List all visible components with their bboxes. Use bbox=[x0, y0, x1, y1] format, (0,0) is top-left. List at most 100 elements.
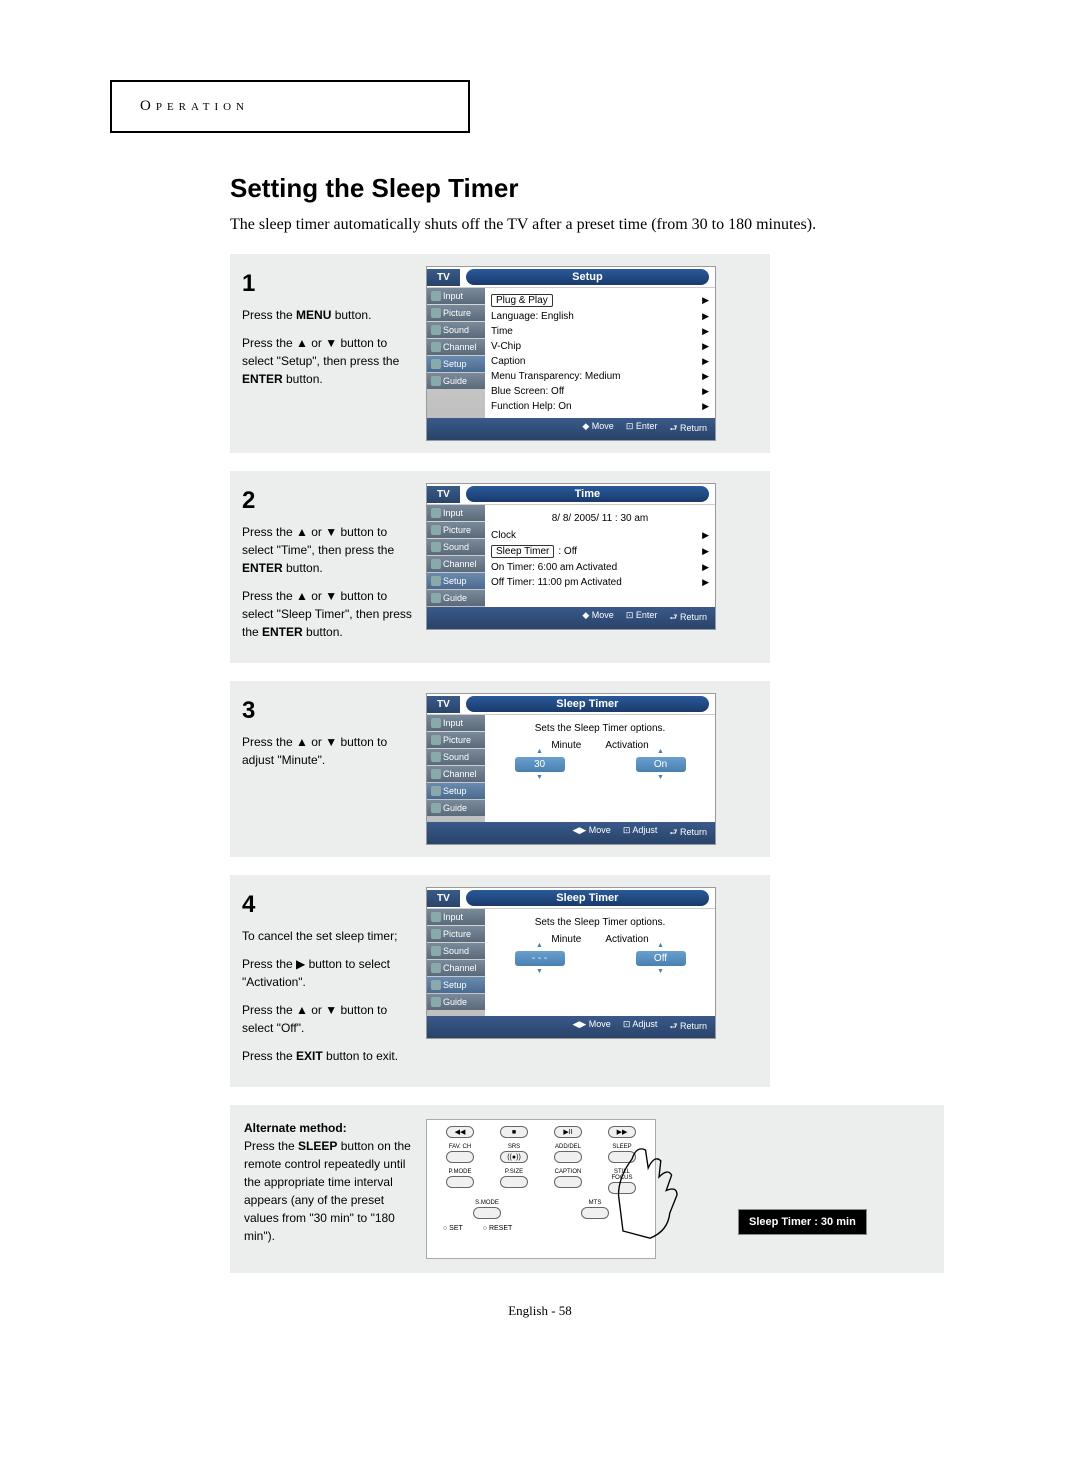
osd-side-item: Sound bbox=[427, 749, 485, 765]
remote-label: FAV. CH bbox=[445, 1144, 475, 1150]
step-instruction: Press the MENU button. bbox=[242, 306, 412, 324]
osd-side-item: Sound bbox=[427, 322, 485, 338]
osd-side-item: Channel bbox=[427, 339, 485, 355]
remote-label: ADD/DEL bbox=[553, 1144, 583, 1150]
osd-footer-return: ⮐ Return bbox=[669, 421, 707, 437]
remote-label: CAPTION bbox=[553, 1169, 583, 1175]
osd-footer-return: ⮐ Return bbox=[669, 825, 707, 841]
remote-button: ◀◀ bbox=[446, 1126, 474, 1138]
osd-col-head: Activation bbox=[605, 740, 648, 751]
osd-screen: TVSleep Timer InputPictureSoundChannelSe… bbox=[426, 887, 716, 1039]
osd-side-item: Picture bbox=[427, 305, 485, 321]
step-block: 1 Press the MENU button. Press the ▲ or ▼ … bbox=[230, 254, 770, 453]
step-number: 1 bbox=[242, 266, 412, 302]
osd-side-item: Sound bbox=[427, 539, 485, 555]
osd-side-item: Input bbox=[427, 909, 485, 925]
remote-button: ▶II bbox=[554, 1126, 582, 1138]
osd-value-pill: - - - bbox=[515, 951, 565, 966]
remote-button: ((●)) bbox=[500, 1151, 528, 1163]
osd-col-head: Minute bbox=[551, 740, 581, 751]
osd-side-item: Channel bbox=[427, 556, 485, 572]
osd-side-item: Channel bbox=[427, 766, 485, 782]
osd-menu-row: Time▶ bbox=[491, 324, 709, 339]
osd-footer-mid: ⊡ Enter bbox=[626, 610, 658, 626]
osd-menu-row: Menu Transparency: Medium▶ bbox=[491, 369, 709, 384]
osd-side-item: Input bbox=[427, 715, 485, 731]
osd-footer-mid: ⊡ Adjust bbox=[623, 825, 658, 841]
osd-side-item: Input bbox=[427, 505, 485, 521]
section-tab: Operation bbox=[110, 80, 470, 133]
osd-side-item: Guide bbox=[427, 800, 485, 816]
step-instruction: Press the ▲ or ▼ button to select "Setup… bbox=[242, 334, 412, 388]
hand-icon bbox=[605, 1140, 695, 1250]
osd-screen: TV Time InputPictureSoundChannelSetupGuid… bbox=[426, 483, 716, 630]
osd-col-head: Minute bbox=[551, 934, 581, 945]
osd-title: Sleep Timer bbox=[466, 696, 709, 712]
remote-label: P.MODE bbox=[445, 1169, 475, 1175]
osd-col-head: Activation bbox=[605, 934, 648, 945]
page-title: Setting the Sleep Timer bbox=[230, 173, 980, 204]
remote-button bbox=[554, 1151, 582, 1163]
remote-button bbox=[446, 1151, 474, 1163]
step-instruction: Press the ▲ or ▼ button to select "Off". bbox=[242, 1001, 412, 1037]
osd-screen: TV Sleep Timer InputPictureSoundChannelSe… bbox=[426, 693, 716, 845]
step-instruction: To cancel the set sleep timer; bbox=[242, 927, 412, 945]
osd-menu-row: V-Chip▶ bbox=[491, 339, 709, 354]
osd-side-item: Setup bbox=[427, 783, 485, 799]
osd-side-item: Guide bbox=[427, 994, 485, 1010]
remote-button: ▶▶ bbox=[608, 1126, 636, 1138]
step-instruction: Press the ▲ or ▼ button to adjust "Minut… bbox=[242, 733, 412, 769]
osd-side-item: Picture bbox=[427, 522, 485, 538]
step-number: 3 bbox=[242, 693, 412, 729]
page-footer: English - 58 bbox=[100, 1303, 980, 1319]
osd-value-pill: 30 bbox=[515, 757, 565, 772]
osd-sidebar: InputPictureSoundChannelSetupGuide bbox=[427, 505, 485, 607]
osd-value-pill: Off bbox=[636, 951, 686, 966]
osd-menu-row: Language: English▶ bbox=[491, 309, 709, 324]
osd-footer-mid: ⊡ Enter bbox=[626, 421, 658, 437]
osd-value-pill: On bbox=[636, 757, 686, 772]
osd-sidebar: InputPictureSoundChannelSetupGuide bbox=[427, 288, 485, 418]
osd-title: Time bbox=[466, 486, 709, 502]
remote-button bbox=[500, 1176, 528, 1188]
osd-menu-row: Function Help: On▶ bbox=[491, 399, 709, 414]
remote-label: SRS bbox=[499, 1144, 529, 1150]
remote-label: S.MODE bbox=[472, 1200, 502, 1206]
remote-button: ■ bbox=[500, 1126, 528, 1138]
osd-footer-move: ◆ Move bbox=[582, 421, 613, 437]
osd-footer-return: ⮐ Return bbox=[669, 1019, 707, 1035]
step-number: 2 bbox=[242, 483, 412, 519]
osd-menu-row: Clock▶ bbox=[491, 528, 709, 543]
alternate-method-block: Alternate method: Press the SLEEP button… bbox=[230, 1105, 950, 1273]
osd-tv-label: TV bbox=[427, 269, 460, 286]
osd-footer-move: ◀▶ Move bbox=[572, 1019, 610, 1035]
osd-screen: TVSetup InputPictureSoundChannelSetupGui… bbox=[426, 266, 716, 441]
osd-tv-label: TV bbox=[427, 486, 460, 503]
remote-diagram: ◀◀■▶II▶▶FAV. CHSRS((●))ADD/DELSLEEPP.MOD… bbox=[426, 1119, 656, 1259]
osd-title: Sleep Timer bbox=[466, 890, 709, 906]
osd-menu-row: Caption▶ bbox=[491, 354, 709, 369]
osd-side-item: Channel bbox=[427, 960, 485, 976]
osd-sidebar: InputPictureSoundChannelSetupGuide bbox=[427, 715, 485, 822]
osd-tv-label: TV bbox=[427, 890, 460, 907]
step-instruction: Press the ▲ or ▼ button to select "Time"… bbox=[242, 523, 412, 577]
osd-footer-return: ⮐ Return bbox=[669, 610, 707, 626]
intro-text: The sleep timer automatically shuts off … bbox=[230, 216, 980, 234]
osd-side-item: Setup bbox=[427, 573, 485, 589]
osd-footer-move: ◆ Move bbox=[582, 610, 613, 626]
step-block: 4To cancel the set sleep timer;Press the… bbox=[230, 875, 770, 1087]
remote-button bbox=[473, 1207, 501, 1219]
step-block: 3 Press the ▲ or ▼ button to adjust "Minu… bbox=[230, 681, 770, 857]
tv-osd-badge: Sleep Timer : 30 min bbox=[738, 1209, 867, 1235]
step-instruction: Press the EXIT button to exit. bbox=[242, 1047, 412, 1065]
remote-label: P.SIZE bbox=[499, 1169, 529, 1175]
osd-side-item: Setup bbox=[427, 977, 485, 993]
osd-desc: Sets the Sleep Timer options. bbox=[491, 913, 709, 934]
osd-tv-label: TV bbox=[427, 696, 460, 713]
osd-menu-row: Off Timer: 11:00 pm Activated▶ bbox=[491, 575, 709, 590]
step-instruction: Press the ▲ or ▼ button to select "Sleep… bbox=[242, 587, 412, 641]
remote-label: ○ SET bbox=[443, 1225, 463, 1232]
alt-heading: Alternate method: bbox=[244, 1121, 347, 1135]
osd-datetime: 8/ 8/ 2005/ 11 : 30 am bbox=[491, 509, 709, 528]
osd-menu-row: Sleep Timer: Off▶ bbox=[491, 543, 709, 560]
